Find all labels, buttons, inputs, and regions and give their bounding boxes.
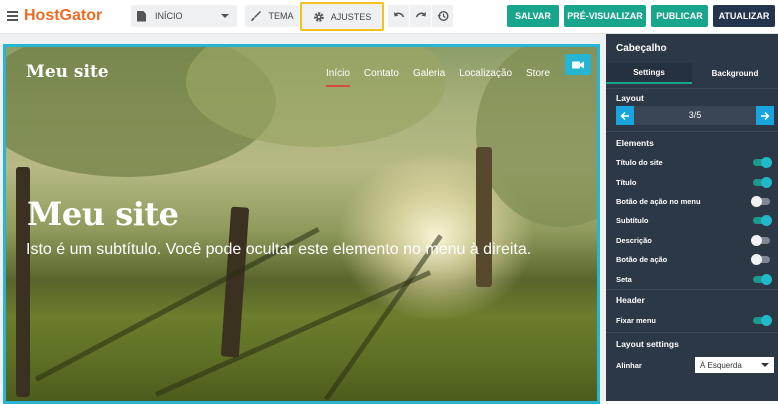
undo-icon [393, 12, 404, 18]
fixar-menu-label: Fixar menu [616, 315, 657, 325]
fixar-menu-row: Fixar menu [606, 311, 778, 330]
history-icon [437, 10, 449, 22]
alinhar-select[interactable]: À Esquerda [695, 357, 774, 374]
nav-item-contato[interactable]: Contato [364, 68, 399, 87]
hero-title[interactable]: Meu site [27, 195, 179, 233]
layout-settings-label: Layout settings [616, 338, 679, 349]
layout-label: Layout [616, 92, 644, 103]
element-toggle-label: Descrição [616, 235, 652, 245]
nav-item-store[interactable]: Store [526, 68, 550, 87]
hero-subtitle[interactable]: Isto é um subtítulo. Você pode ocultar e… [26, 240, 546, 260]
alinhar-select-value: À Esquerda [700, 360, 742, 370]
tree-trunk [476, 147, 492, 287]
tema-label: TEMA [268, 11, 294, 21]
elements-toggle-list: Título do site Título Botão de ação no men… [606, 153, 778, 289]
fixar-menu-toggle[interactable] [751, 314, 772, 326]
settings-panel: Cabeçalho Settings Background Layout 3/5… [606, 34, 778, 401]
ajustes-button[interactable]: AJUSTES [300, 2, 384, 31]
video-camera-icon [572, 61, 584, 68]
document-icon [137, 10, 146, 22]
caret-down-icon [761, 363, 769, 368]
tree-trunk [220, 206, 250, 358]
header-label: Header [616, 295, 645, 306]
page-select[interactable]: INÍCIO [131, 5, 237, 27]
alinhar-label: Alinhar [616, 360, 642, 370]
element-toggle-row: Botão de ação [606, 250, 778, 269]
layout-value: 3/5 [688, 110, 702, 120]
layout-next-button[interactable] [756, 106, 774, 125]
element-toggle-row: Título [606, 172, 778, 191]
tab-background[interactable]: Background [692, 63, 778, 84]
caret-down-icon [221, 14, 229, 18]
element-toggle-switch[interactable] [751, 234, 772, 246]
element-toggle-label: Botão de ação no menu [616, 196, 701, 206]
header-section-preview[interactable]: Meu site Início Contato Galeria Localiza… [3, 44, 600, 404]
element-toggle-row: Subtítulo [606, 211, 778, 230]
top-toolbar: HostGator INÍCIO TEMA AJUSTES SALVAR PRÉ… [0, 0, 778, 34]
publicar-button[interactable]: PUBLICAR [651, 5, 708, 27]
editor-canvas: Meu site Início Contato Galeria Localiza… [0, 34, 606, 404]
arrow-right-icon [761, 111, 770, 120]
atualizar-button[interactable]: ATUALIZAR [713, 5, 775, 27]
element-toggle-label: Botão de ação [616, 255, 668, 265]
salvar-button[interactable]: SALVAR [507, 5, 559, 27]
element-toggle-switch[interactable] [751, 273, 772, 285]
hostgator-logo: HostGator [24, 7, 103, 24]
element-toggle-switch[interactable] [751, 195, 772, 207]
gear-icon [313, 11, 324, 22]
elements-section: Elements Título do site Título Botão de aç… [606, 131, 778, 289]
ajustes-label: AJUSTES [330, 11, 372, 22]
redo-button[interactable] [410, 5, 431, 27]
hamburger-menu-icon[interactable] [7, 11, 18, 21]
brush-icon [251, 11, 262, 21]
element-toggle-label: Seta [616, 274, 632, 284]
tab-settings[interactable]: Settings [606, 63, 692, 84]
site-nav: Início Contato Galeria Localização Store [326, 68, 550, 87]
nav-item-inicio[interactable]: Início [326, 68, 350, 87]
layout-section: Layout 3/5 [606, 88, 778, 125]
tema-button[interactable]: TEMA [245, 5, 299, 27]
element-toggle-row: Título do site [606, 153, 778, 172]
element-toggle-switch[interactable] [751, 176, 772, 188]
element-toggle-label: Subtítulo [616, 216, 649, 226]
video-camera-button[interactable] [565, 54, 591, 75]
element-toggle-label: Título [616, 177, 637, 187]
layout-stepper: 3/5 [616, 106, 774, 125]
nav-item-galeria[interactable]: Galeria [413, 68, 445, 87]
element-toggle-switch[interactable] [751, 215, 772, 227]
element-toggle-row: Botão de ação no menu [606, 192, 778, 211]
element-toggle-label: Título do site [616, 158, 663, 168]
pre-visualizar-button[interactable]: PRÉ-VISUALIZAR [564, 5, 646, 27]
tree-shadow [154, 270, 432, 397]
layout-settings-section: Layout settings Alinhar À Esquerda [606, 332, 778, 376]
history-button[interactable] [432, 5, 453, 27]
page-select-value: INÍCIO [155, 11, 183, 21]
header-section: Header Fixar menu [606, 288, 778, 330]
redo-icon [415, 12, 426, 18]
element-toggle-row: Descrição [606, 231, 778, 250]
panel-title: Cabeçalho [616, 43, 667, 54]
element-toggle-switch[interactable] [751, 157, 772, 169]
elements-label: Elements [616, 137, 654, 148]
alinhar-row: Alinhar À Esquerda [606, 354, 778, 376]
site-logo-text[interactable]: Meu site [26, 62, 109, 82]
undo-button[interactable] [388, 5, 409, 27]
nav-item-localizacao[interactable]: Localização [459, 68, 512, 87]
element-toggle-switch[interactable] [751, 254, 772, 266]
panel-tabs: Settings Background [606, 63, 778, 84]
element-toggle-row: Seta [606, 269, 778, 288]
